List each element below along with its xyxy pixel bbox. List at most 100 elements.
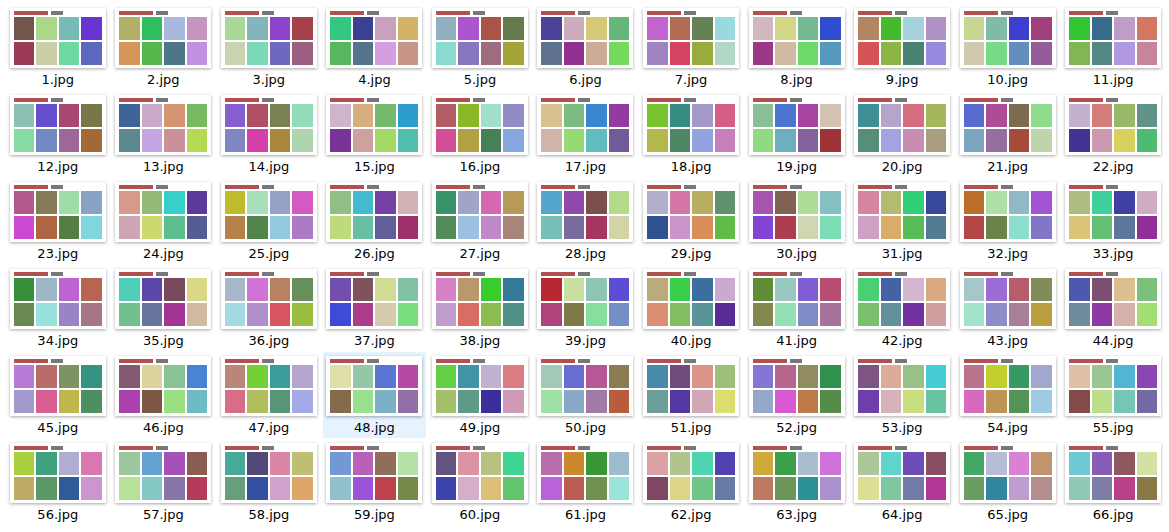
photo-tile — [564, 477, 585, 500]
thumbnail-header — [225, 185, 313, 189]
file-item[interactable]: 23.jpg — [6, 178, 110, 264]
file-item[interactable]: 3.jpg — [217, 4, 321, 90]
photo-tile — [541, 216, 562, 239]
file-item[interactable]: 45.jpg — [6, 352, 110, 438]
file-label: 33.jpg — [1093, 246, 1134, 262]
file-item[interactable]: 20.jpg — [850, 91, 954, 177]
photo-tile — [692, 104, 713, 127]
file-item[interactable]: 14.jpg — [217, 91, 321, 177]
file-item[interactable]: 63.jpg — [745, 439, 849, 525]
photo-tile — [292, 390, 313, 413]
photo-tile — [270, 452, 291, 475]
file-item[interactable]: 4.jpg — [323, 4, 427, 90]
file-item[interactable]: 58.jpg — [217, 439, 321, 525]
photo-tile — [1137, 278, 1158, 301]
file-item[interactable]: 61.jpg — [534, 439, 638, 525]
file-item[interactable]: 21.jpg — [956, 91, 1060, 177]
photo-tile — [964, 452, 985, 475]
file-thumbnail — [537, 443, 633, 503]
photo-tile — [753, 452, 774, 475]
file-item[interactable]: 40.jpg — [639, 265, 743, 351]
file-item[interactable]: 37.jpg — [323, 265, 427, 351]
file-item[interactable]: 39.jpg — [534, 265, 638, 351]
photo-tile — [926, 390, 947, 413]
photo-tile — [1009, 278, 1030, 301]
file-item[interactable]: 30.jpg — [745, 178, 849, 264]
file-item[interactable]: 13.jpg — [112, 91, 216, 177]
photo-tile — [775, 129, 796, 152]
file-item[interactable]: 10.jpg — [956, 4, 1060, 90]
photo-tile — [142, 42, 163, 65]
photo-tile — [353, 17, 374, 40]
file-item[interactable]: 44.jpg — [1061, 265, 1165, 351]
file-item[interactable]: 7.jpg — [639, 4, 743, 90]
file-item[interactable]: 11.jpg — [1061, 4, 1165, 90]
photo-tile — [36, 104, 57, 127]
file-grid: 1.jpg 2.jpg 3.jpg 4.jpg 5.jpg 6.jpg 7.jp… — [0, 0, 1169, 525]
file-item[interactable]: 12.jpg — [6, 91, 110, 177]
file-item[interactable]: 51.jpg — [639, 352, 743, 438]
file-item[interactable]: 62.jpg — [639, 439, 743, 525]
file-item[interactable]: 64.jpg — [850, 439, 954, 525]
file-label: 26.jpg — [354, 246, 395, 262]
file-item[interactable]: 25.jpg — [217, 178, 321, 264]
file-item[interactable]: 19.jpg — [745, 91, 849, 177]
file-item[interactable]: 34.jpg — [6, 265, 110, 351]
file-item[interactable]: 38.jpg — [428, 265, 532, 351]
file-item[interactable]: 18.jpg — [639, 91, 743, 177]
file-label: 35.jpg — [143, 333, 184, 349]
file-item[interactable]: 60.jpg — [428, 439, 532, 525]
file-thumbnail — [10, 182, 106, 242]
file-item[interactable]: 32.jpg — [956, 178, 1060, 264]
file-item[interactable]: 15.jpg — [323, 91, 427, 177]
file-item[interactable]: 57.jpg — [112, 439, 216, 525]
file-thumbnail — [10, 356, 106, 416]
file-item[interactable]: 26.jpg — [323, 178, 427, 264]
file-item[interactable]: 50.jpg — [534, 352, 638, 438]
file-item[interactable]: 52.jpg — [745, 352, 849, 438]
file-item[interactable]: 49.jpg — [428, 352, 532, 438]
file-item[interactable]: 47.jpg — [217, 352, 321, 438]
file-item[interactable]: 5.jpg — [428, 4, 532, 90]
photo-tile — [375, 104, 396, 127]
file-item[interactable]: 33.jpg — [1061, 178, 1165, 264]
file-item[interactable]: 16.jpg — [428, 91, 532, 177]
file-item[interactable]: 17.jpg — [534, 91, 638, 177]
file-item[interactable]: 22.jpg — [1061, 91, 1165, 177]
file-item[interactable]: 1.jpg — [6, 4, 110, 90]
file-item[interactable]: 65.jpg — [956, 439, 1060, 525]
file-thumbnail — [1065, 182, 1161, 242]
file-item[interactable]: 59.jpg — [323, 439, 427, 525]
file-item[interactable]: 8.jpg — [745, 4, 849, 90]
photo-tile — [142, 191, 163, 214]
file-item[interactable]: 28.jpg — [534, 178, 638, 264]
file-item[interactable]: 46.jpg — [112, 352, 216, 438]
file-item[interactable]: 29.jpg — [639, 178, 743, 264]
photo-tile — [753, 390, 774, 413]
file-item[interactable]: 42.jpg — [850, 265, 954, 351]
photo-tile — [1114, 104, 1135, 127]
file-item[interactable]: 43.jpg — [956, 265, 1060, 351]
file-item[interactable]: 6.jpg — [534, 4, 638, 90]
photo-tile — [398, 104, 419, 127]
file-item[interactable]: 48.jpg — [323, 352, 427, 438]
file-item[interactable]: 27.jpg — [428, 178, 532, 264]
photo-tile — [503, 17, 524, 40]
file-item[interactable]: 53.jpg — [850, 352, 954, 438]
file-item[interactable]: 66.jpg — [1061, 439, 1165, 525]
file-item[interactable]: 24.jpg — [112, 178, 216, 264]
file-item[interactable]: 56.jpg — [6, 439, 110, 525]
file-item[interactable]: 55.jpg — [1061, 352, 1165, 438]
file-item[interactable]: 54.jpg — [956, 352, 1060, 438]
photo-tile — [81, 303, 102, 326]
file-item[interactable]: 36.jpg — [217, 265, 321, 351]
photo-tile — [375, 17, 396, 40]
file-item[interactable]: 41.jpg — [745, 265, 849, 351]
file-item[interactable]: 2.jpg — [112, 4, 216, 90]
file-item[interactable]: 9.jpg — [850, 4, 954, 90]
photo-tile — [270, 42, 291, 65]
file-item[interactable]: 35.jpg — [112, 265, 216, 351]
file-item[interactable]: 31.jpg — [850, 178, 954, 264]
photo-tile — [481, 278, 502, 301]
file-label: 17.jpg — [565, 159, 606, 175]
